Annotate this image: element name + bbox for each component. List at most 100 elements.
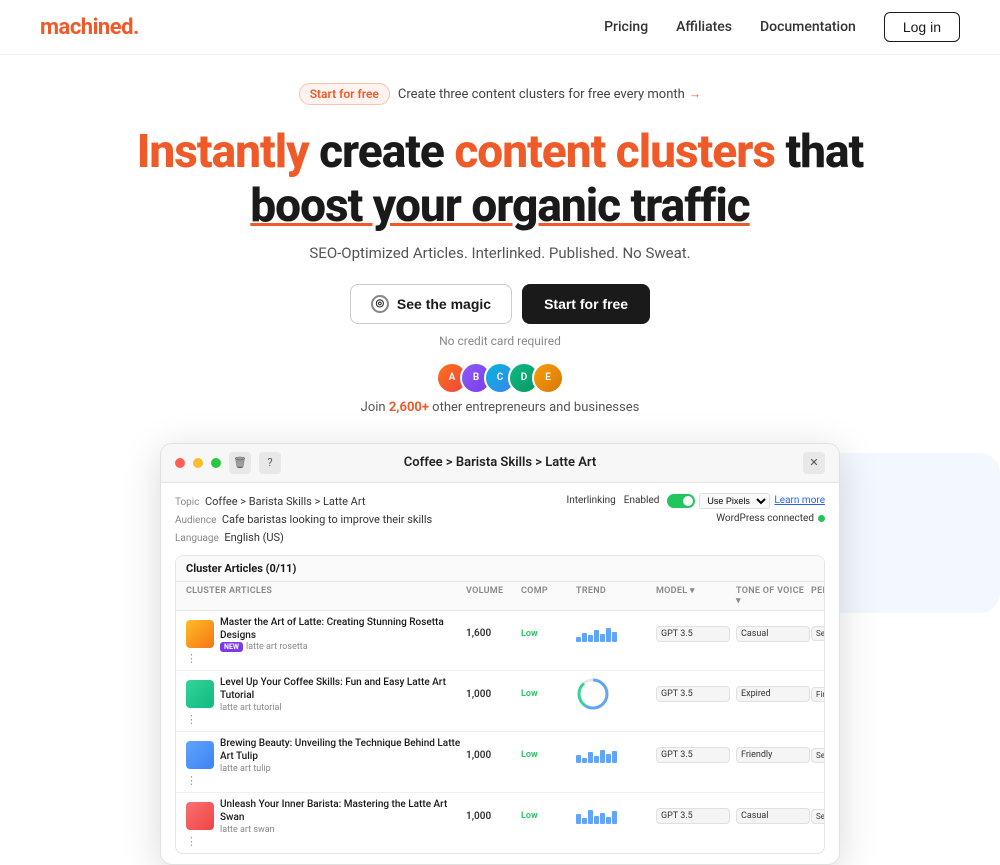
row3-perspective[interactable]: Second person (you, your... <box>811 748 825 763</box>
hero-h1-create: create <box>309 125 455 179</box>
window-minimize-button[interactable] <box>193 458 203 468</box>
app-meta-row: Topic Coffee > Barista Skills > Latte Ar… <box>175 493 825 547</box>
login-button[interactable]: Log in <box>884 12 960 42</box>
row4-thumb <box>186 802 214 830</box>
row3-tone[interactable]: Friendly <box>736 747 810 763</box>
row3-volume: 1,000 <box>466 750 521 761</box>
row1-comp: Low <box>521 629 576 639</box>
row1-model[interactable]: GPT 3.5 <box>656 626 730 642</box>
row1-volume: 1,600 <box>466 628 521 639</box>
logo-dot: . <box>133 15 139 40</box>
table-row: Level Up Your Coffee Skills: Fun and Eas… <box>176 671 824 732</box>
row3-menu[interactable]: ⋮ <box>186 774 466 787</box>
row1-menu[interactable]: ⋮ <box>186 652 466 665</box>
badge-text: Create three content clusters for free e… <box>398 87 685 102</box>
new-badge: NEW <box>220 642 243 652</box>
see-magic-button[interactable]: ◎ See the magic <box>350 284 512 324</box>
row1-perspective[interactable]: Second person (you, you... <box>811 626 825 641</box>
nav-pricing[interactable]: Pricing <box>604 19 648 35</box>
interlinking-select[interactable]: Use Pixels <box>699 493 770 509</box>
row2-subtitle: latte art tutorial <box>220 703 282 713</box>
social-count: 2,600+ <box>389 400 429 415</box>
language-label: Language <box>175 533 219 544</box>
magic-circle-icon: ◎ <box>371 295 389 313</box>
row4-title: Unleash Your Inner Barista: Mastering th… <box>220 798 466 824</box>
social-proof-text: Join 2,600+ other entrepreneurs and busi… <box>361 400 640 415</box>
col-h-perspective: Perspective ▾ <box>811 586 825 606</box>
wp-connected-dot <box>818 515 825 522</box>
table-row: Master the Art of Latte: Creating Stunni… <box>176 611 824 671</box>
row3-model[interactable]: GPT 3.5 <box>656 747 730 763</box>
nav-links: Pricing Affiliates Documentation Log in <box>604 12 960 42</box>
window-maximize-button[interactable] <box>211 458 221 468</box>
row2-perspective[interactable]: First person plural (we, us... <box>811 687 825 702</box>
help-icon-btn[interactable]: ? <box>259 452 281 474</box>
row2-title: Level Up Your Coffee Skills: Fun and Eas… <box>220 676 466 702</box>
titlebar-left: 🗑 ? <box>175 452 281 474</box>
logo: machined. <box>40 15 139 40</box>
audience-value: Cafe baristas looking to improve their s… <box>222 513 432 526</box>
window-title: Coffee > Barista Skills > Latte Art <box>404 455 597 470</box>
hero-buttons: ◎ See the magic Start for free <box>20 284 980 324</box>
see-magic-label: See the magic <box>397 296 491 312</box>
window-titlebar: 🗑 ? Coffee > Barista Skills > Latte Art … <box>161 444 839 483</box>
col-h-article: Cluster Articles <box>186 586 466 606</box>
social-proof: A B C D E Join 2,600+ other entrepreneur… <box>20 362 980 415</box>
table-title: Cluster Articles (0/11) <box>186 562 296 575</box>
row1-subtitle: latte art rosetta <box>246 642 308 652</box>
row4-title-wrap: Unleash Your Inner Barista: Mastering th… <box>186 798 466 835</box>
start-free-button[interactable]: Start for free <box>522 284 650 324</box>
row3-trend <box>576 747 656 763</box>
row3-title-wrap: Brewing Beauty: Unveiling the Technique … <box>186 737 466 774</box>
hero-h1-line2: boost your organic traffic <box>250 179 749 233</box>
interlinking-value: Enabled <box>624 495 660 506</box>
hero-section: Start for free Create three content clus… <box>0 55 1000 443</box>
row4-trend <box>576 808 656 824</box>
row4-menu[interactable]: ⋮ <box>186 835 466 848</box>
interlinking-toggle[interactable] <box>667 494 695 508</box>
row2-thumb <box>186 680 214 708</box>
nav-affiliates[interactable]: Affiliates <box>676 19 732 35</box>
table-header: Cluster Articles (0/11) <box>176 556 824 582</box>
row2-menu[interactable]: ⋮ <box>186 713 466 726</box>
no-credit-card-text: No credit card required <box>20 334 980 348</box>
row1-thumb <box>186 620 214 648</box>
table-row: Brewing Beauty: Unveiling the Technique … <box>176 732 824 793</box>
avatar-5: E <box>532 362 564 394</box>
window-close-button[interactable] <box>175 458 185 468</box>
trash-icon-btn[interactable]: 🗑 <box>229 452 251 474</box>
meta-right: Interlinking Enabled Use Pixels Learn mo… <box>567 493 825 524</box>
row1-title: Master the Art of Latte: Creating Stunni… <box>220 616 466 642</box>
titlebar-close[interactable]: ✕ <box>803 452 825 474</box>
col-h-model: Model ▾ <box>656 586 736 606</box>
app-window: 🗑 ? Coffee > Barista Skills > Latte Art … <box>160 443 840 865</box>
row1-tone[interactable]: Casual <box>736 626 810 642</box>
row4-model[interactable]: GPT 3.5 <box>656 808 730 824</box>
row4-perspective[interactable]: Second person singular (I, I... <box>811 809 825 824</box>
row2-volume: 1,000 <box>466 689 521 700</box>
hero-subtitle: SEO-Optimized Articles. Interlinked. Pub… <box>20 244 980 262</box>
learn-more-link[interactable]: Learn more <box>774 495 825 506</box>
row2-model[interactable]: GPT 3.5 <box>656 686 730 702</box>
row1-trend <box>576 626 656 642</box>
col-h-comp: Comp <box>521 586 576 606</box>
avatar-group: A B C D E <box>436 362 564 394</box>
row3-title: Brewing Beauty: Unveiling the Technique … <box>220 737 466 763</box>
hero-heading: Instantly create content clusters that b… <box>20 125 980 234</box>
row2-title-wrap: Level Up Your Coffee Skills: Fun and Eas… <box>186 676 466 713</box>
navbar: machined. Pricing Affiliates Documentati… <box>0 0 1000 55</box>
row4-tone[interactable]: Casual <box>736 808 810 824</box>
table-row: Unleash Your Inner Barista: Mastering th… <box>176 793 824 853</box>
row4-volume: 1,000 <box>466 811 521 822</box>
row2-tone[interactable]: Expired <box>736 686 810 702</box>
wp-connected-text: WordPress connected <box>716 513 814 524</box>
row3-comp: Low <box>521 750 576 760</box>
audience-label: Audience <box>175 515 216 526</box>
row4-comp: Low <box>521 811 576 821</box>
hero-badge: Start for free Create three content clus… <box>299 83 702 105</box>
nav-documentation[interactable]: Documentation <box>760 19 856 35</box>
hero-h1-clusters: content clusters <box>454 125 775 179</box>
logo-text: machined <box>40 15 133 40</box>
interlinking-row: Interlinking Enabled Use Pixels Learn mo… <box>567 493 825 509</box>
app-preview-section: 🗑 ? Coffee > Barista Skills > Latte Art … <box>0 443 1000 865</box>
